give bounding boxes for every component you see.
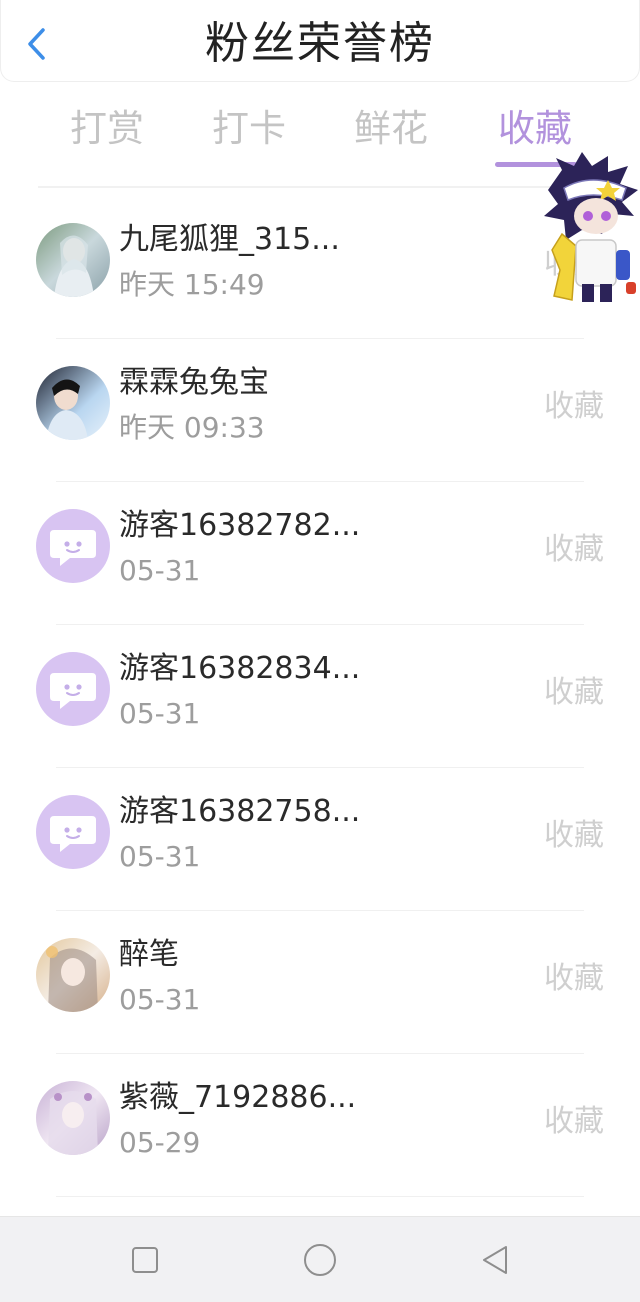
fan-time: 昨天 15:49 [119,268,265,301]
avatar[interactable] [36,795,110,869]
fan-name: 九尾狐狸_315... [119,222,340,257]
list-item[interactable]: 游客16382834... 05-31 收藏 [0,625,640,768]
mascot-sticker[interactable] [542,150,640,310]
guest-chat-icon [50,673,96,709]
top-app-bar: 粉丝荣誉榜 [0,0,640,82]
favorite-label: 收藏 [544,389,604,424]
square-icon [132,1247,158,1273]
fan-time: 05-31 [119,983,201,1016]
fan-name: 醉笔 [119,937,179,972]
fan-name: 霖霖兔兔宝 [119,365,269,400]
list-item[interactable]: 游客16382782... 05-31 收藏 [0,482,640,625]
fan-time: 05-31 [119,697,201,730]
avatar[interactable] [36,652,110,726]
tab-favorites[interactable]: 收藏 [480,104,590,154]
avatar[interactable] [36,938,110,1012]
home-button[interactable] [297,1237,343,1283]
tab-tip[interactable]: 打赏 [52,104,162,154]
row-divider [56,1196,584,1197]
favorite-label: 收藏 [544,675,604,710]
circle-icon [304,1244,336,1276]
list-item[interactable]: 霖霖兔兔宝 昨天 09:33 收藏 [0,339,640,482]
fan-time: 05-31 [119,840,201,873]
fan-name: 游客16382834... [119,651,361,686]
fan-name: 紫薇_7192886... [119,1080,357,1115]
list-item[interactable]: 紫薇_7192886... 05-29 收藏 [0,1054,640,1197]
tab-checkin[interactable]: 打卡 [194,104,304,154]
favorite-label: 收藏 [544,532,604,567]
list-top-divider [38,186,602,188]
avatar[interactable] [36,1081,110,1155]
page-title: 粉丝荣誉榜 [205,18,435,69]
system-back-button[interactable] [472,1237,518,1283]
fan-time: 05-31 [119,554,201,587]
recent-apps-button[interactable] [122,1237,168,1283]
guest-chat-icon [50,816,96,852]
avatar[interactable] [36,509,110,583]
avatar[interactable] [36,223,110,297]
fan-list: 九尾狐狸_315... 昨天 15:49 收藏 霖霖兔兔宝 昨天 09:33 收… [0,196,640,1197]
fan-name: 游客16382782... [119,508,361,543]
favorite-label: 收藏 [544,961,604,996]
avatar[interactable] [36,366,110,440]
fan-name: 游客16382758... [119,794,361,829]
fan-time: 05-29 [119,1126,201,1159]
list-item[interactable]: 醉笔 05-31 收藏 [0,911,640,1054]
favorite-label: 收藏 [544,818,604,853]
list-item[interactable]: 游客16382758... 05-31 收藏 [0,768,640,911]
guest-chat-icon [50,530,96,566]
fan-time: 昨天 09:33 [119,411,265,444]
system-navigation-bar [0,1216,640,1302]
tab-flowers[interactable]: 鲜花 [336,104,446,154]
favorite-label: 收藏 [544,1104,604,1139]
triangle-back-icon [483,1246,507,1274]
